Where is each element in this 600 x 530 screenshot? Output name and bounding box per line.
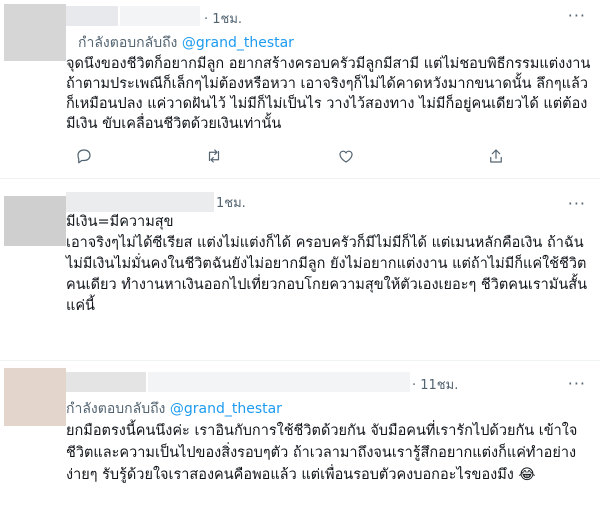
avatar[interactable] bbox=[4, 196, 66, 246]
avatar[interactable] bbox=[4, 4, 66, 61]
more-options-icon[interactable]: ··· bbox=[568, 374, 586, 393]
author-name-redacted bbox=[66, 192, 214, 212]
more-options-icon[interactable]: ··· bbox=[568, 194, 586, 213]
like-icon[interactable] bbox=[336, 146, 356, 166]
author-name-redacted bbox=[66, 372, 146, 392]
reply-prefix: กำลังตอบกลับถึง bbox=[78, 35, 178, 51]
author-name-redacted bbox=[66, 6, 118, 26]
author-handle-redacted bbox=[148, 372, 410, 392]
retweet-icon[interactable] bbox=[204, 146, 224, 166]
reply-icon[interactable] bbox=[74, 146, 94, 166]
tweet-actions bbox=[66, 146, 506, 166]
avatar[interactable] bbox=[4, 368, 66, 426]
reply-handle-link[interactable]: @grand_thestar bbox=[182, 35, 294, 51]
tweet-timestamp[interactable]: · 11ชม. bbox=[412, 374, 458, 395]
tweet-3[interactable]: · 11ชม. ··· กำลังตอบกลับถึง @grand_thest… bbox=[0, 362, 600, 530]
divider bbox=[0, 178, 600, 179]
author-handle-redacted bbox=[120, 6, 200, 26]
tweet-1[interactable]: · 1ชม. ··· กำลังตอบกลับถึง @grand_thesta… bbox=[0, 0, 600, 172]
replying-to: กำลังตอบกลับถึง @grand_thestar bbox=[66, 398, 282, 420]
replying-to: กำลังตอบกลับถึง @grand_thestar bbox=[78, 32, 294, 54]
tweet-text: จุดนึงของชีวิตก็อยากมีลูก อยากสร้างครอบค… bbox=[66, 56, 591, 132]
reply-prefix: กำลังตอบกลับถึง bbox=[66, 401, 166, 417]
tweet-text: มีเงิน=มีความสุข เอาจริงๆไม่ได้ซีเรียส แ… bbox=[66, 214, 588, 314]
tweet-timestamp[interactable]: 1ชม. bbox=[216, 192, 246, 213]
tweet-timestamp[interactable]: · 1ชม. bbox=[204, 8, 242, 29]
divider bbox=[0, 360, 600, 361]
more-options-icon[interactable]: ··· bbox=[568, 6, 586, 25]
tweet-2[interactable]: 1ชม. ··· มีเงิน=มีความสุข เอาจริงๆไม่ได้… bbox=[0, 180, 600, 360]
reply-handle-link[interactable]: @grand_thestar bbox=[170, 401, 282, 417]
tweet-text: ยกมือตรงนี้คนนึงค่ะ เราอินกับการใช้ชีวิต… bbox=[66, 423, 578, 483]
share-icon[interactable] bbox=[486, 146, 506, 166]
